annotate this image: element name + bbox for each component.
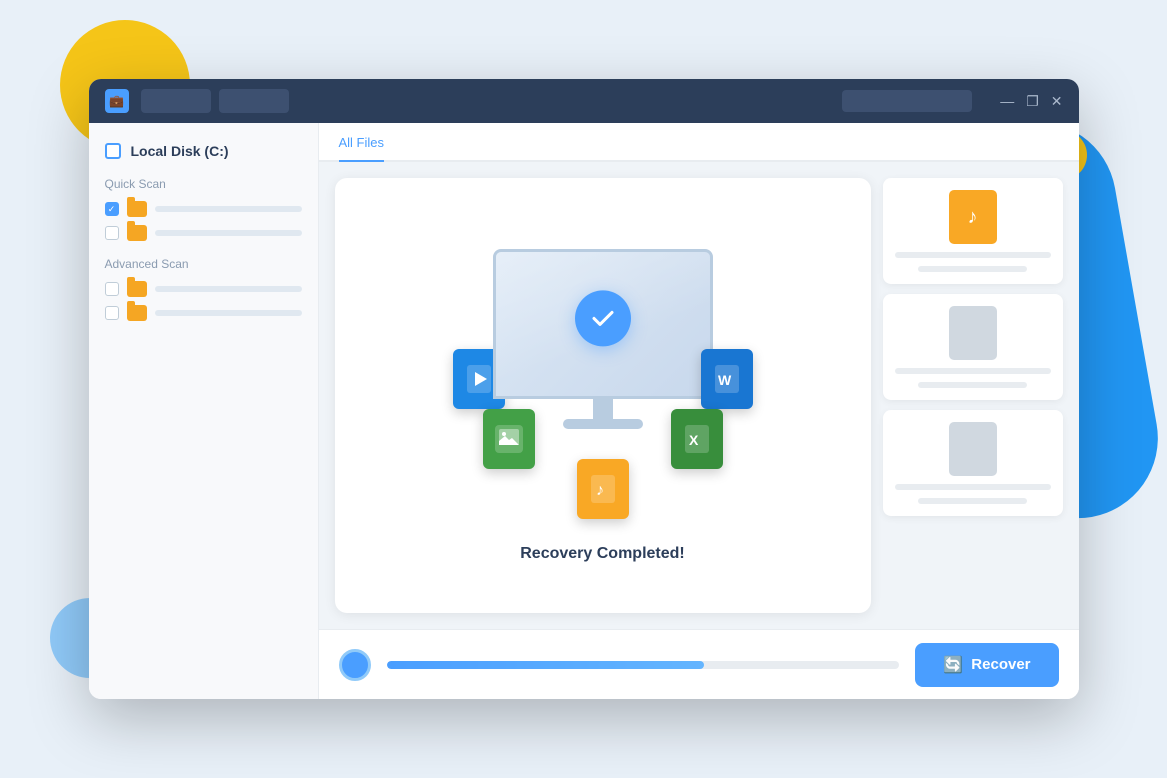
recover-button-label: Recover (971, 656, 1030, 673)
recovery-card: PDF P (335, 178, 871, 613)
advanced-scan-title: Advanced Scan (105, 257, 302, 271)
drive-checkbox[interactable] (105, 143, 121, 159)
scan-bar-1 (155, 206, 302, 212)
scan-bar-2 (155, 230, 302, 236)
progress-bar-fill (387, 661, 705, 669)
file-icon-excel: X (671, 409, 723, 469)
drive-label: Local Disk (C:) (131, 143, 229, 159)
file-preview-gray-2 (949, 422, 997, 476)
titlebar-controls: — ❐ ✕ (842, 90, 1062, 112)
recover-button[interactable]: 🔄 Recover (915, 643, 1058, 687)
monitor-illustration (493, 249, 713, 419)
monitor-screen (493, 249, 713, 399)
file-preview-icon-music: ♪ (949, 190, 997, 244)
scan-item-2 (105, 225, 302, 241)
sidebar: Local Disk (C:) Quick Scan ✓ Advanced Sc… (89, 123, 319, 699)
file-preview-bar-3 (895, 484, 1051, 490)
recovery-completed-text: Recovery Completed! (520, 545, 685, 563)
minimize-button[interactable]: — (1000, 94, 1014, 108)
scan-checkbox-4[interactable] (105, 306, 119, 320)
recovery-area: PDF P (319, 162, 1079, 629)
scan-bar-4 (155, 310, 302, 316)
app-window: 💼 — ❐ ✕ Local Disk (C:) Quick Scan ✓ (89, 79, 1079, 699)
monitor-stand-neck (593, 399, 613, 419)
titlebar-tab-2 (219, 89, 289, 113)
folder-icon-3 (127, 281, 147, 297)
quick-scan-section: Quick Scan ✓ (105, 177, 302, 241)
scan-bar-3 (155, 286, 302, 292)
recover-icon: 🔄 (943, 655, 963, 675)
file-preview-bar-1 (895, 252, 1051, 258)
app-icon: 💼 (105, 89, 129, 113)
drive-header: Local Disk (C:) (105, 143, 302, 159)
folder-icon-1 (127, 201, 147, 217)
titlebar-searchbar[interactable] (842, 90, 972, 112)
right-panel: ♪ (883, 178, 1063, 613)
file-preview-card-doc1 (883, 294, 1063, 400)
progress-circle (339, 649, 371, 681)
scan-item-4 (105, 305, 302, 321)
scan-checkbox-1[interactable]: ✓ (105, 202, 119, 216)
svg-text:X: X (689, 432, 699, 448)
titlebar-tabs (141, 89, 843, 113)
scan-checkbox-3[interactable] (105, 282, 119, 296)
content-area: Local Disk (C:) Quick Scan ✓ Advanced Sc… (89, 123, 1079, 699)
folder-icon-4 (127, 305, 147, 321)
monitor-stand-base (563, 419, 643, 429)
scan-checkbox-2[interactable] (105, 226, 119, 240)
scan-item-3 (105, 281, 302, 297)
tabs-bar: All Files (319, 123, 1079, 162)
bottom-bar: 🔄 Recover (319, 629, 1079, 699)
advanced-scan-section: Advanced Scan (105, 257, 302, 321)
tab-all-files[interactable]: All Files (339, 123, 385, 162)
file-icon-image (483, 409, 535, 469)
file-preview-bar-2 (895, 368, 1051, 374)
file-icon-word: W (701, 349, 753, 409)
titlebar: 💼 — ❐ ✕ (89, 79, 1079, 123)
file-preview-bar-short-3 (918, 498, 1027, 504)
scan-item-1: ✓ (105, 201, 302, 217)
titlebar-tab-1 (141, 89, 211, 113)
file-icon-music: ♪ (577, 459, 629, 519)
folder-icon-2 (127, 225, 147, 241)
main-panel: All Files PDF (319, 123, 1079, 699)
progress-bar-container (387, 661, 900, 669)
file-preview-card-music: ♪ (883, 178, 1063, 284)
file-preview-bar-short-2 (918, 382, 1027, 388)
file-preview-card-doc2 (883, 410, 1063, 516)
monitor-container: PDF P (433, 229, 773, 529)
close-button[interactable]: ✕ (1051, 94, 1063, 108)
maximize-button[interactable]: ❐ (1026, 94, 1039, 108)
file-preview-bar-short-1 (918, 266, 1027, 272)
check-circle (575, 290, 631, 346)
quick-scan-title: Quick Scan (105, 177, 302, 191)
svg-text:♪: ♪ (596, 482, 604, 499)
svg-text:W: W (718, 372, 732, 388)
file-preview-gray-1 (949, 306, 997, 360)
